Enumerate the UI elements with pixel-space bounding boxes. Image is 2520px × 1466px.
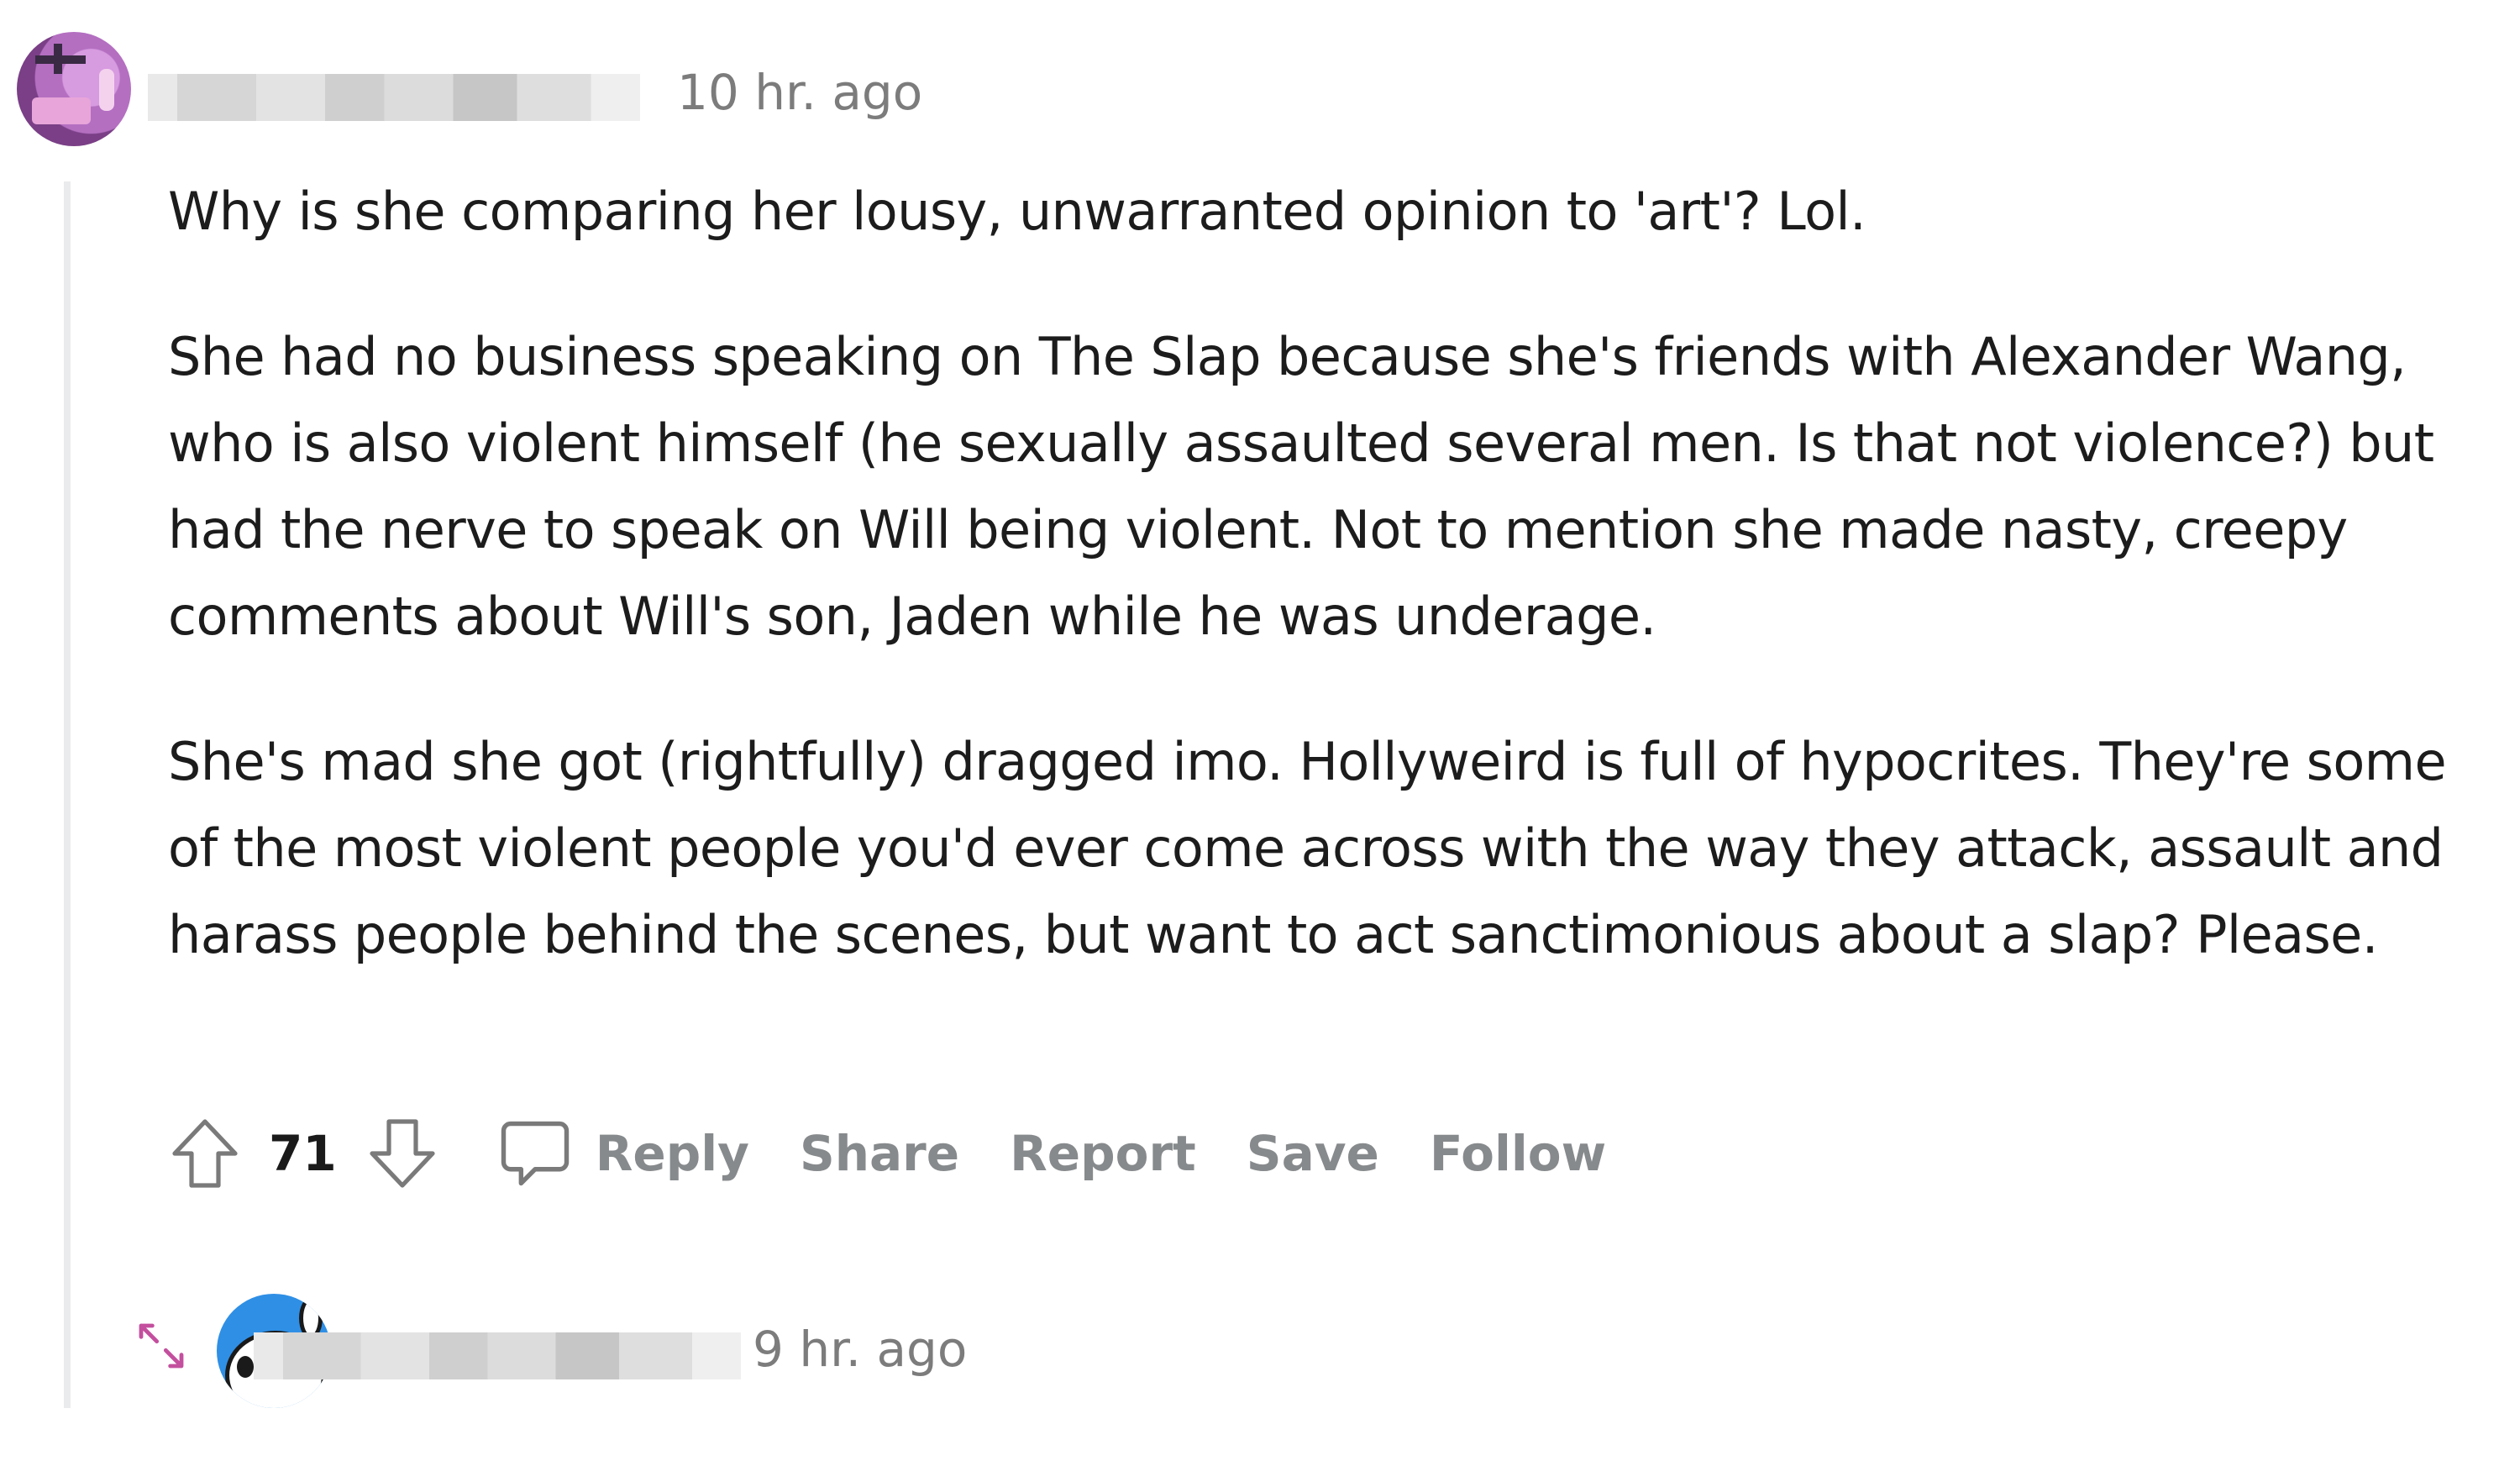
user-avatar[interactable] bbox=[17, 32, 131, 146]
avatar-detail bbox=[99, 69, 114, 111]
comment-timestamp[interactable]: 10 hr. ago bbox=[677, 64, 922, 121]
follow-button[interactable]: Follow bbox=[1430, 1125, 1606, 1182]
username-redacted[interactable] bbox=[148, 74, 640, 121]
reply-username-redacted[interactable] bbox=[254, 1332, 741, 1379]
avatar-detail bbox=[32, 97, 91, 124]
report-button[interactable]: Report bbox=[1010, 1125, 1196, 1182]
reply-button[interactable]: Reply bbox=[596, 1125, 749, 1182]
comment-paragraph: Why is she comparing her lousy, unwarran… bbox=[168, 181, 1866, 242]
thread-line[interactable] bbox=[64, 181, 71, 1408]
comment-paragraph: She had no business speaking on The Slap… bbox=[168, 326, 2434, 647]
avatar-detail bbox=[237, 1356, 254, 1378]
save-button[interactable]: Save bbox=[1247, 1125, 1379, 1182]
expand-icon[interactable] bbox=[134, 1319, 188, 1376]
comment-paragraph: She's mad she got (rightfully) dragged i… bbox=[168, 731, 2447, 965]
upvote-icon[interactable] bbox=[165, 1113, 245, 1194]
comment-action-bar: 71 Reply Share Report Save Follow bbox=[165, 1107, 1606, 1200]
avatar-detail bbox=[54, 44, 62, 74]
share-button[interactable]: Share bbox=[800, 1125, 959, 1182]
comment-bubble-icon[interactable] bbox=[493, 1111, 577, 1195]
vote-count: 71 bbox=[269, 1125, 337, 1182]
comment-body: Why is she comparing her lousy, unwarran… bbox=[168, 168, 2486, 1037]
reply-timestamp[interactable]: 9 hr. ago bbox=[753, 1321, 967, 1378]
downvote-icon[interactable] bbox=[362, 1113, 443, 1194]
